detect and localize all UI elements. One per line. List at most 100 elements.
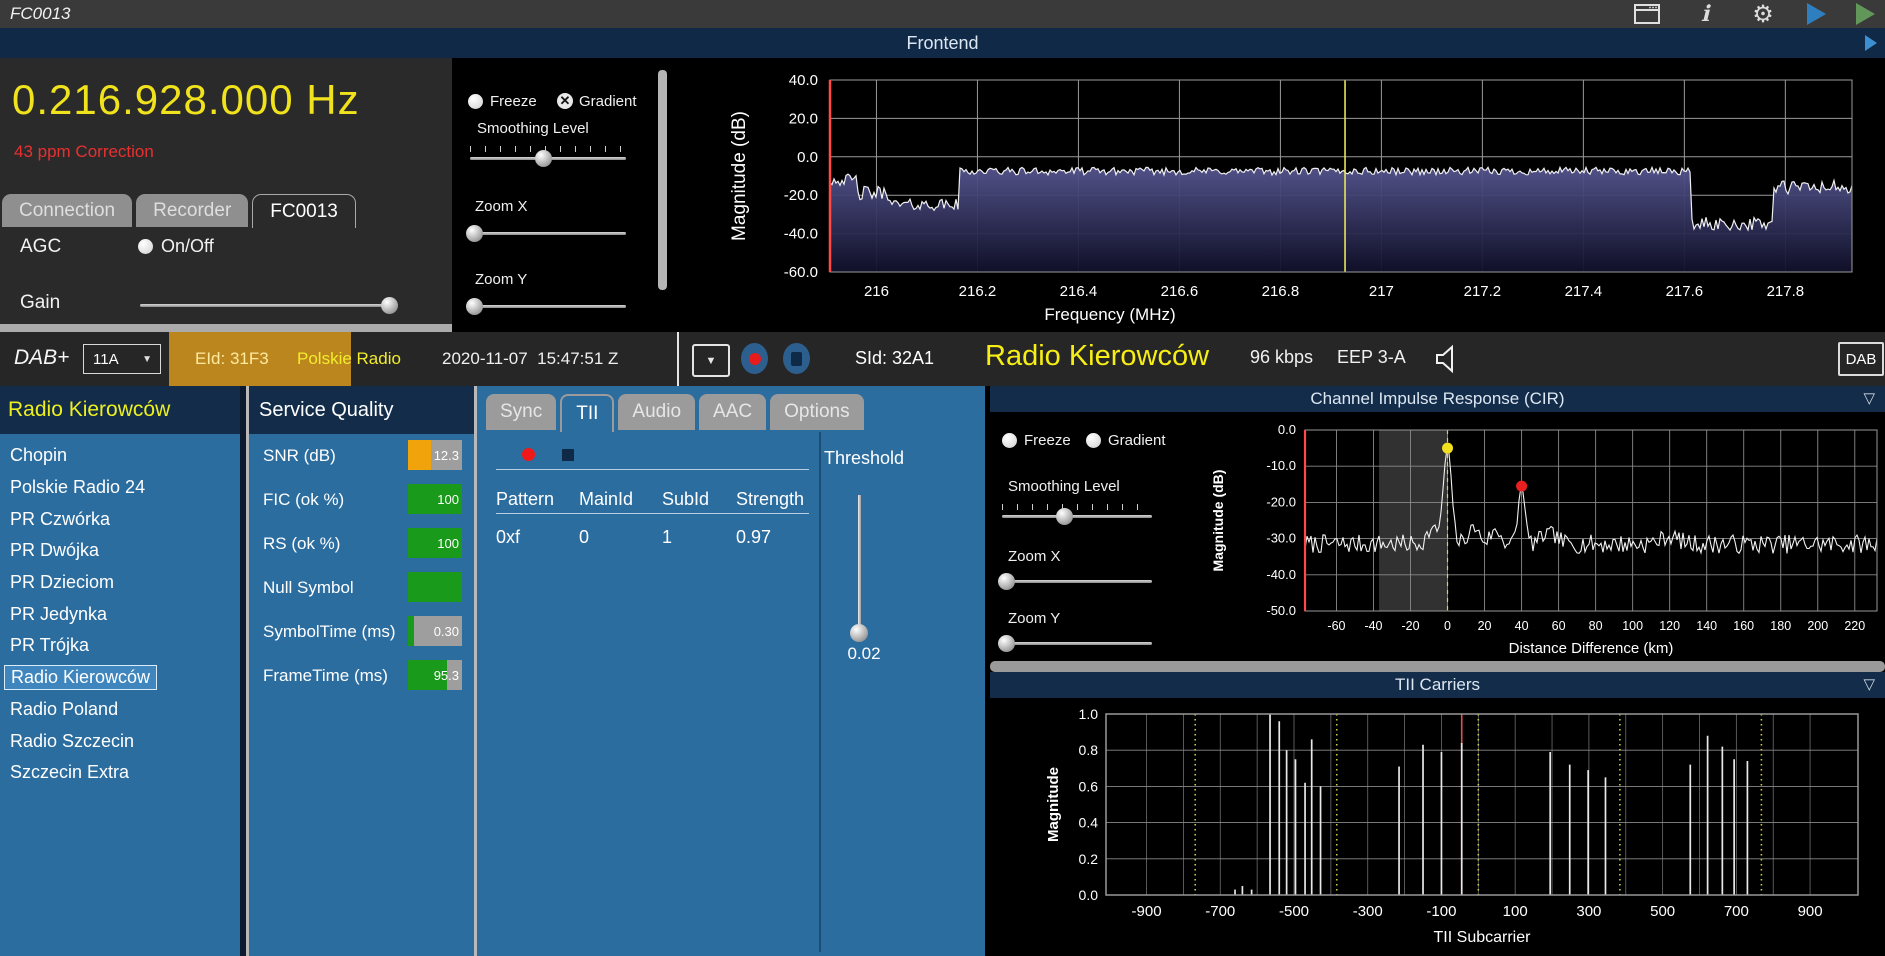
details-tabs: Sync TII Audio AAC Options (486, 394, 864, 430)
quality-bar-fill (408, 616, 414, 646)
vertical-divider (819, 432, 821, 952)
threshold-slider[interactable] (858, 495, 861, 633)
stop-button[interactable] (783, 343, 810, 374)
tab-recorder[interactable]: Recorder (136, 194, 248, 227)
x-tick-label: 100 (1622, 619, 1643, 633)
zoom-x-slider-handle[interactable] (466, 225, 483, 242)
cir-smoothing-slider-handle[interactable] (1056, 508, 1073, 525)
status-divider (677, 332, 679, 386)
list-item[interactable]: Radio Poland (0, 694, 240, 726)
collapse-triangle-icon[interactable]: ▽ (1863, 389, 1875, 407)
x-tick-label: 60 (1552, 619, 1566, 633)
cir-title: Channel Impulse Response (CIR) (1310, 389, 1564, 409)
list-item[interactable]: Chopin (0, 440, 240, 472)
gear-icon[interactable]: ⚙ (1749, 2, 1777, 26)
list-item[interactable]: PR Jedynka (0, 598, 240, 630)
table-column-header: MainId (579, 489, 633, 510)
x-tick-label: 217 (1369, 283, 1394, 300)
tab-tii[interactable]: TII (560, 394, 614, 432)
record-button[interactable] (741, 343, 768, 374)
agc-radio-button[interactable] (138, 239, 153, 254)
cir-zoom-x-slider[interactable] (1002, 580, 1152, 583)
y-tick-label: -50.0 (1266, 603, 1296, 618)
gain-slider[interactable] (140, 304, 398, 307)
service-name: PR Trójka (4, 634, 95, 657)
y-tick-label: 1.0 (1079, 706, 1099, 722)
table-column-header: Strength (736, 489, 804, 510)
controls-scrollbar[interactable] (658, 70, 667, 290)
peak-marker (1442, 443, 1453, 454)
collapse-triangle-icon[interactable]: ▽ (1863, 675, 1875, 693)
audio-dropdown-button[interactable]: ▼ (692, 344, 730, 377)
zoom-y-slider-handle[interactable] (466, 298, 483, 315)
cir-smoothing-slider[interactable] (1002, 515, 1152, 518)
play-green-icon[interactable] (1856, 3, 1875, 25)
tab-sync[interactable]: Sync (486, 394, 556, 430)
service-list-header: Radio Kierowców (0, 386, 240, 434)
cir-smoothing-label: Smoothing Level (1008, 478, 1120, 495)
service-name: Radio Szczecin (4, 730, 140, 753)
channel-dropdown[interactable]: 11A ▼ (83, 344, 161, 374)
zoom-x-slider[interactable] (470, 232, 626, 235)
x-axis-label: Frequency (MHz) (1044, 305, 1175, 324)
x-tick-label: 217.8 (1767, 283, 1805, 300)
tab-connection[interactable]: Connection (2, 194, 132, 227)
zoom-y-slider[interactable] (470, 305, 626, 308)
list-item[interactable]: PR Trójka (0, 630, 240, 662)
list-item[interactable]: PR Dzieciom (0, 567, 240, 599)
tab-audio[interactable]: Audio (618, 394, 695, 430)
x-tick-label: 160 (1733, 619, 1754, 633)
horizontal-scrollbar[interactable] (990, 661, 1885, 672)
speaker-icon[interactable] (1432, 343, 1464, 375)
quality-metric-label: SNR (dB) (263, 446, 336, 466)
list-item[interactable]: Radio Szczecin (0, 725, 240, 757)
service-name: PR Dzieciom (4, 571, 120, 594)
list-item[interactable]: PR Dwójka (0, 535, 240, 567)
cir-freeze-label: Freeze (1024, 432, 1071, 449)
freeze-radio-button[interactable] (468, 94, 483, 109)
chevron-down-icon: ▼ (142, 354, 152, 365)
tii-carriers-plot: Magnitude0.00.20.40.60.81.0-900-700-500-… (990, 698, 1885, 956)
cir-freeze-radio-button[interactable] (1002, 433, 1017, 448)
record-icon (749, 353, 761, 365)
timestamp: 2020-11-07 15:47:51 Z (442, 349, 618, 369)
quality-metric-value: 0.30 (434, 616, 459, 646)
x-tick-label: 217.2 (1464, 283, 1502, 300)
smoothing-slider-handle[interactable] (535, 150, 552, 167)
info-icon[interactable]: ℹ (1691, 2, 1719, 26)
zoom-x-label: Zoom X (475, 198, 528, 215)
table-cell: 0xf (496, 527, 520, 548)
window-icon[interactable] (1633, 2, 1661, 26)
threshold-slider-handle[interactable] (850, 624, 868, 642)
cir-zoom-y-slider-handle[interactable] (998, 635, 1015, 652)
service-name: Radio Kierowców (4, 665, 157, 690)
frontend-title: Frontend (906, 33, 978, 54)
tab-options[interactable]: Options (770, 394, 863, 430)
quality-metric-bar: 100 (408, 528, 462, 558)
list-item[interactable]: Polskie Radio 24 (0, 472, 240, 504)
cir-zoom-y-slider[interactable] (1002, 642, 1152, 645)
service-name: Szczecin Extra (4, 761, 135, 784)
gain-slider-handle[interactable] (381, 297, 398, 314)
list-item[interactable]: Radio Kierowców (0, 662, 240, 694)
y-tick-label: -20.0 (1266, 494, 1296, 509)
service-list: Radio Kierowców ChopinPolskie Radio 24 PR… (0, 386, 240, 956)
cir-header: Channel Impulse Response (CIR) ▽ (990, 386, 1885, 412)
frontend-scroll-arrow-icon[interactable] (1865, 35, 1877, 51)
service-name: PR Czwórka (4, 508, 116, 531)
play-blue-icon[interactable] (1807, 3, 1826, 25)
cir-gradient-label: Gradient (1108, 432, 1166, 449)
quality-metric-value: 12.3 (434, 440, 459, 470)
list-item[interactable]: PR Czwórka (0, 503, 240, 535)
gradient-checkbox[interactable]: ✕ (557, 93, 573, 109)
tab-aac[interactable]: AAC (699, 394, 766, 430)
gain-label: Gain (20, 292, 60, 314)
x-tick-label: 900 (1798, 903, 1823, 920)
x-tick-label: 216.4 (1060, 283, 1098, 300)
application-window: FC0013 ℹ ⚙ Frontend 0.216.928.000 Hz 43 … (0, 0, 1885, 956)
cir-gradient-radio-button[interactable] (1086, 433, 1101, 448)
list-item[interactable]: Szczecin Extra (0, 757, 240, 789)
quality-metric-value: 100 (437, 528, 459, 558)
cir-zoom-x-slider-handle[interactable] (998, 573, 1015, 590)
tab-fc0013[interactable]: FC0013 (252, 194, 356, 228)
